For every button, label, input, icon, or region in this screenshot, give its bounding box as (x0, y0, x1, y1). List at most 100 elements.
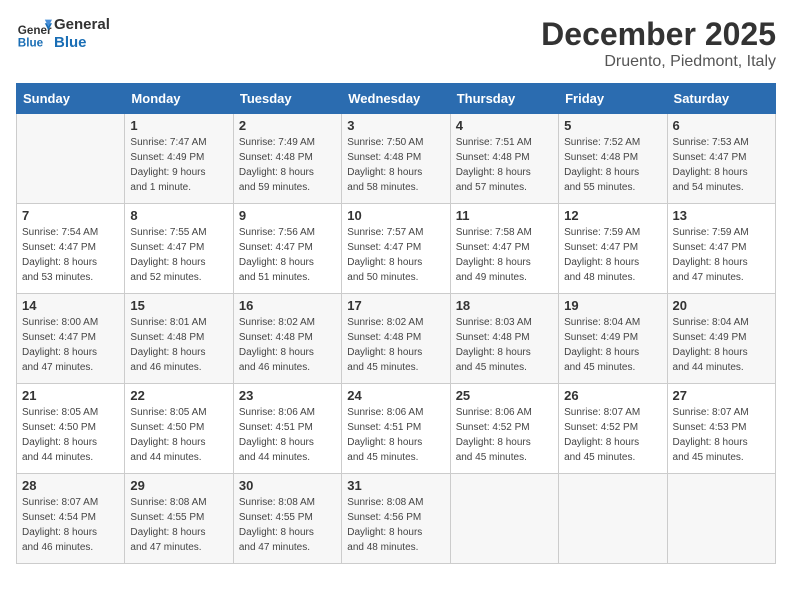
day-info: Sunrise: 7:59 AM Sunset: 4:47 PM Dayligh… (564, 225, 661, 285)
day-info: Sunrise: 7:56 AM Sunset: 4:47 PM Dayligh… (239, 225, 336, 285)
day-cell: 19 Sunrise: 8:04 AM Sunset: 4:49 PM Dayli… (559, 294, 667, 384)
day-cell: 21 Sunrise: 8:05 AM Sunset: 4:50 PM Dayli… (17, 384, 125, 474)
day-info: Sunrise: 7:57 AM Sunset: 4:47 PM Dayligh… (347, 225, 444, 285)
col-sunday: Sunday (17, 84, 125, 114)
col-monday: Monday (125, 84, 233, 114)
day-number: 12 (564, 208, 661, 223)
day-info: Sunrise: 7:52 AM Sunset: 4:48 PM Dayligh… (564, 135, 661, 195)
day-cell: 20Sunrise: 8:04 AM Sunset: 4:49 PM Dayli… (667, 294, 775, 384)
day-number: 16 (239, 298, 336, 313)
day-cell: 25 Sunrise: 8:06 AM Sunset: 4:52 PM Dayli… (450, 384, 558, 474)
logo-general: General (54, 16, 110, 34)
day-cell: 30Sunrise: 8:08 AM Sunset: 4:55 PM Dayli… (233, 474, 341, 564)
day-info: Sunrise: 7:50 AM Sunset: 4:48 PM Dayligh… (347, 135, 444, 195)
day-cell: 7 Sunrise: 7:54 AM Sunset: 4:47 PM Daylig… (17, 204, 125, 294)
day-number: 1 (130, 118, 227, 133)
day-number: 7 (22, 208, 119, 223)
day-number: 21 (22, 388, 119, 403)
title-area: December 2025 Druento, Piedmont, Italy (541, 16, 776, 71)
day-number: 14 (22, 298, 119, 313)
calendar-table: Sunday Monday Tuesday Wednesday Thursday… (16, 83, 776, 564)
day-cell: 14Sunrise: 8:00 AM Sunset: 4:47 PM Dayli… (17, 294, 125, 384)
day-cell: 22Sunrise: 8:05 AM Sunset: 4:50 PM Dayli… (125, 384, 233, 474)
col-thursday: Thursday (450, 84, 558, 114)
day-info: Sunrise: 7:51 AM Sunset: 4:48 PM Dayligh… (456, 135, 553, 195)
day-info: Sunrise: 7:54 AM Sunset: 4:47 PM Dayligh… (22, 225, 119, 285)
day-cell (17, 114, 125, 204)
day-number: 25 (456, 388, 553, 403)
day-cell (667, 474, 775, 564)
day-number: 29 (130, 478, 227, 493)
col-friday: Friday (559, 84, 667, 114)
day-cell: 31Sunrise: 8:08 AM Sunset: 4:56 PM Dayli… (342, 474, 450, 564)
day-number: 19 (564, 298, 661, 313)
day-number: 22 (130, 388, 227, 403)
day-cell: 15Sunrise: 8:01 AM Sunset: 4:48 PM Dayli… (125, 294, 233, 384)
day-info: Sunrise: 8:06 AM Sunset: 4:52 PM Dayligh… (456, 405, 553, 465)
day-info: Sunrise: 7:55 AM Sunset: 4:47 PM Dayligh… (130, 225, 227, 285)
day-number: 28 (22, 478, 119, 493)
day-info: Sunrise: 8:06 AM Sunset: 4:51 PM Dayligh… (347, 405, 444, 465)
day-info: Sunrise: 8:04 AM Sunset: 4:49 PM Dayligh… (564, 315, 661, 375)
day-number: 2 (239, 118, 336, 133)
logo: General Blue General Blue (16, 16, 110, 52)
day-info: Sunrise: 8:07 AM Sunset: 4:54 PM Dayligh… (22, 495, 119, 555)
col-tuesday: Tuesday (233, 84, 341, 114)
day-cell: 13 Sunrise: 7:59 AM Sunset: 4:47 PM Dayli… (667, 204, 775, 294)
day-number: 27 (673, 388, 770, 403)
day-cell: 18 Sunrise: 8:03 AM Sunset: 4:48 PM Dayli… (450, 294, 558, 384)
day-cell: 27 Sunrise: 8:07 AM Sunset: 4:53 PM Dayli… (667, 384, 775, 474)
day-info: Sunrise: 8:03 AM Sunset: 4:48 PM Dayligh… (456, 315, 553, 375)
day-info: Sunrise: 8:07 AM Sunset: 4:52 PM Dayligh… (564, 405, 661, 465)
header-row: Sunday Monday Tuesday Wednesday Thursday… (17, 84, 776, 114)
day-cell: 1 Sunrise: 7:47 AM Sunset: 4:49 PM Daylig… (125, 114, 233, 204)
calendar-body: 1 Sunrise: 7:47 AM Sunset: 4:49 PM Daylig… (17, 114, 776, 564)
day-info: Sunrise: 8:01 AM Sunset: 4:48 PM Dayligh… (130, 315, 227, 375)
week-row-5: 28 Sunrise: 8:07 AM Sunset: 4:54 PM Dayli… (17, 474, 776, 564)
day-info: Sunrise: 7:47 AM Sunset: 4:49 PM Dayligh… (130, 135, 227, 195)
day-info: Sunrise: 8:05 AM Sunset: 4:50 PM Dayligh… (22, 405, 119, 465)
day-cell: 28 Sunrise: 8:07 AM Sunset: 4:54 PM Dayli… (17, 474, 125, 564)
day-number: 26 (564, 388, 661, 403)
day-cell: 3 Sunrise: 7:50 AM Sunset: 4:48 PM Daylig… (342, 114, 450, 204)
day-cell (559, 474, 667, 564)
day-info: Sunrise: 7:59 AM Sunset: 4:47 PM Dayligh… (673, 225, 770, 285)
day-cell: 11Sunrise: 7:58 AM Sunset: 4:47 PM Dayli… (450, 204, 558, 294)
day-info: Sunrise: 7:49 AM Sunset: 4:48 PM Dayligh… (239, 135, 336, 195)
day-info: Sunrise: 8:02 AM Sunset: 4:48 PM Dayligh… (347, 315, 444, 375)
day-cell: 9Sunrise: 7:56 AM Sunset: 4:47 PM Daylig… (233, 204, 341, 294)
header: General Blue General Blue December 2025 … (16, 16, 776, 71)
day-cell: 16 Sunrise: 8:02 AM Sunset: 4:48 PM Dayli… (233, 294, 341, 384)
day-info: Sunrise: 8:08 AM Sunset: 4:55 PM Dayligh… (239, 495, 336, 555)
day-cell: 8 Sunrise: 7:55 AM Sunset: 4:47 PM Daylig… (125, 204, 233, 294)
week-row-2: 7 Sunrise: 7:54 AM Sunset: 4:47 PM Daylig… (17, 204, 776, 294)
day-info: Sunrise: 8:07 AM Sunset: 4:53 PM Dayligh… (673, 405, 770, 465)
day-number: 4 (456, 118, 553, 133)
day-number: 17 (347, 298, 444, 313)
svg-text:Blue: Blue (18, 37, 44, 50)
week-row-1: 1 Sunrise: 7:47 AM Sunset: 4:49 PM Daylig… (17, 114, 776, 204)
day-info: Sunrise: 8:06 AM Sunset: 4:51 PM Dayligh… (239, 405, 336, 465)
day-number: 23 (239, 388, 336, 403)
day-cell: 2 Sunrise: 7:49 AM Sunset: 4:48 PM Daylig… (233, 114, 341, 204)
day-info: Sunrise: 8:08 AM Sunset: 4:56 PM Dayligh… (347, 495, 444, 555)
day-cell: 29 Sunrise: 8:08 AM Sunset: 4:55 PM Dayli… (125, 474, 233, 564)
day-number: 13 (673, 208, 770, 223)
day-cell: 6Sunrise: 7:53 AM Sunset: 4:47 PM Daylig… (667, 114, 775, 204)
calendar-header: Sunday Monday Tuesday Wednesday Thursday… (17, 84, 776, 114)
col-saturday: Saturday (667, 84, 775, 114)
day-cell: 17 Sunrise: 8:02 AM Sunset: 4:48 PM Dayli… (342, 294, 450, 384)
day-number: 18 (456, 298, 553, 313)
week-row-4: 21 Sunrise: 8:05 AM Sunset: 4:50 PM Dayli… (17, 384, 776, 474)
day-info: Sunrise: 8:08 AM Sunset: 4:55 PM Dayligh… (130, 495, 227, 555)
day-number: 24 (347, 388, 444, 403)
day-cell: 5Sunrise: 7:52 AM Sunset: 4:48 PM Daylig… (559, 114, 667, 204)
day-number: 11 (456, 208, 553, 223)
month-title: December 2025 (541, 16, 776, 53)
day-cell: 4 Sunrise: 7:51 AM Sunset: 4:48 PM Daylig… (450, 114, 558, 204)
day-number: 8 (130, 208, 227, 223)
day-info: Sunrise: 8:02 AM Sunset: 4:48 PM Dayligh… (239, 315, 336, 375)
day-cell: 12 Sunrise: 7:59 AM Sunset: 4:47 PM Dayli… (559, 204, 667, 294)
day-cell: 26 Sunrise: 8:07 AM Sunset: 4:52 PM Dayli… (559, 384, 667, 474)
day-number: 3 (347, 118, 444, 133)
